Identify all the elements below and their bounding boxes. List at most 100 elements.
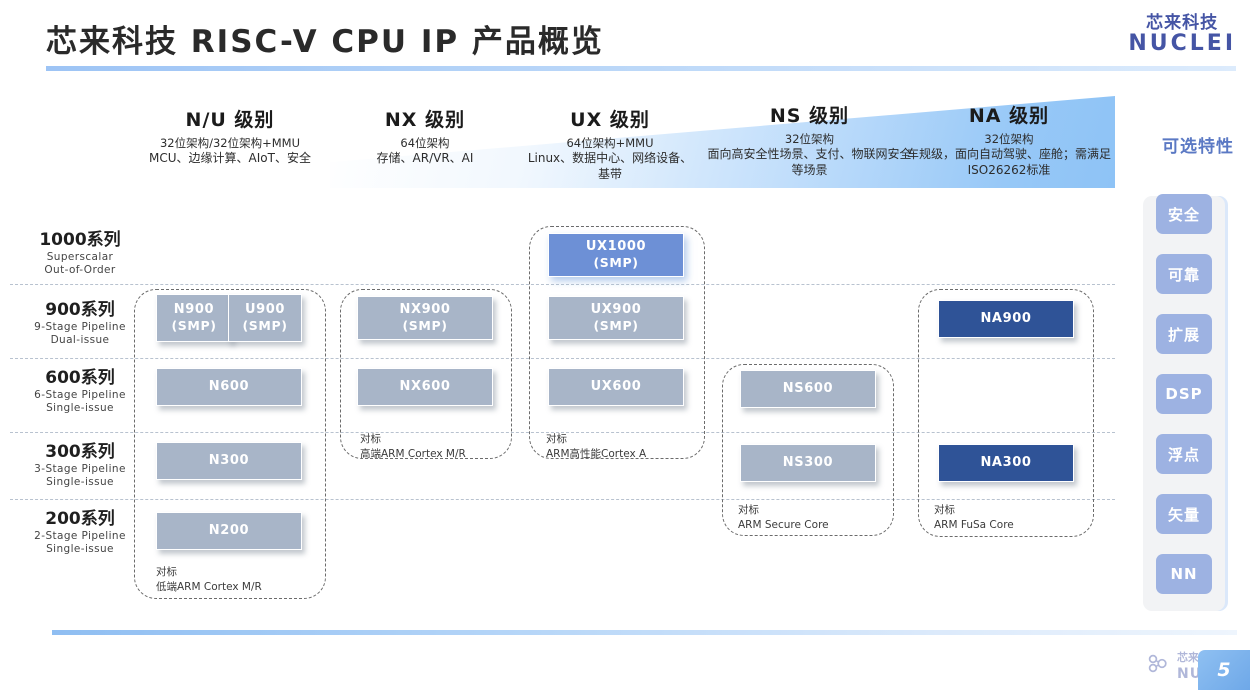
column-title: N/U 级别 xyxy=(185,109,275,131)
core-name: NX600 xyxy=(399,379,451,395)
column-arch: 32位架构 xyxy=(784,132,835,147)
optional-item-float[interactable]: 浮点 xyxy=(1156,434,1212,474)
optional-item-security[interactable]: 安全 xyxy=(1156,194,1212,234)
core-name: UX600 xyxy=(590,379,642,395)
row-sub1: Superscalar xyxy=(46,251,114,264)
core-name: NA900 xyxy=(980,311,1032,327)
benchmark-label: 对标 xyxy=(360,433,381,445)
benchmark-na: 对标 ARM FuSa Core xyxy=(934,503,1014,533)
page-title: 芯来科技 RISC-V CPU IP 产品概览 xyxy=(46,24,604,60)
optional-item-reliable[interactable]: 可靠 xyxy=(1156,254,1212,294)
row-title: 900系列 xyxy=(45,300,115,320)
core-note: (SMP) xyxy=(593,255,639,271)
column-arch: 32位架构 xyxy=(984,132,1034,147)
column-header-ns: NS 级别 32位架构 面向高安全性场景、支付、物联网安全等场景 xyxy=(702,104,917,179)
benchmark-label: 对标 xyxy=(934,504,955,516)
column-header-nu: N/U 级别 32位架构/32位架构+MMU MCU、边缘计算、AIoT、安全 xyxy=(140,108,320,167)
core-note: (SMP) xyxy=(242,318,288,334)
column-apps: Linux、数据中心、网络设备、基带 xyxy=(527,151,693,182)
row-title: 300系列 xyxy=(45,442,115,462)
brand-logo-en: NUCLEI xyxy=(1128,31,1236,57)
row-sub2: Single-issue xyxy=(46,476,114,489)
optional-item-dsp[interactable]: DSP xyxy=(1156,374,1212,414)
benchmark-target: ARM Secure Core xyxy=(738,519,829,532)
column-arch: 64位架构 xyxy=(400,136,450,151)
core-note: (SMP) xyxy=(402,318,448,334)
column-title: UX 级别 xyxy=(570,109,650,131)
optional-item-label: NN xyxy=(1170,565,1198,583)
column-apps: 存储、AR/VR、AI xyxy=(376,151,474,166)
column-header-na: NA 级别 32位架构 车规级，面向自动驾驶、座舱；需满足ISO26262标准 xyxy=(898,104,1120,179)
benchmark-label: 对标 xyxy=(546,433,567,445)
core-chip-ns300[interactable]: NS300 xyxy=(740,444,876,482)
column-title: NA 级别 xyxy=(968,105,1050,127)
row-sub2: Out-of-Order xyxy=(44,264,116,277)
row-sub2: Single-issue xyxy=(46,543,114,556)
core-chip-na300[interactable]: NA300 xyxy=(938,444,1074,482)
core-name: NS300 xyxy=(782,455,834,471)
benchmark-nx: 对标 高端ARM Cortex M/R xyxy=(360,432,466,462)
nuclei-mark-icon xyxy=(1148,653,1172,677)
core-name: U900 xyxy=(244,302,286,318)
column-arch: 64位架构+MMU xyxy=(566,136,654,151)
row-sub1: 9-Stage Pipeline xyxy=(34,321,126,334)
optional-item-label: 浮点 xyxy=(1167,445,1200,464)
column-title: NX 级别 xyxy=(384,109,466,131)
optional-item-label: DSP xyxy=(1165,385,1203,403)
core-chip-ux600[interactable]: UX600 xyxy=(548,368,684,406)
optional-item-label: 矢量 xyxy=(1167,505,1200,524)
core-name: NX900 xyxy=(399,302,451,318)
row-label-600: 600系列 6-Stage Pipeline Single-issue xyxy=(16,368,144,416)
row-sub1: 2-Stage Pipeline xyxy=(34,530,126,543)
core-name: N900 xyxy=(173,302,215,318)
row-label-900: 900系列 9-Stage Pipeline Dual-issue xyxy=(16,300,144,348)
brand-logo: 芯来科技 NUCLEI xyxy=(1128,14,1236,56)
core-name: NA300 xyxy=(980,455,1032,471)
core-chip-n600[interactable]: N600 xyxy=(156,368,302,406)
optional-item-extend[interactable]: 扩展 xyxy=(1156,314,1212,354)
brand-logo-cn: 芯来科技 xyxy=(1146,13,1219,33)
core-chip-ux900[interactable]: UX900 (SMP) xyxy=(548,296,684,340)
row-label-300: 300系列 3-Stage Pipeline Single-issue xyxy=(16,442,144,490)
benchmark-nu: 对标 低端ARM Cortex M/R xyxy=(156,565,262,595)
benchmark-target: 低端ARM Cortex M/R xyxy=(156,581,262,594)
benchmark-ux: 对标 ARM高性能Cortex A xyxy=(546,432,646,462)
core-name: N200 xyxy=(208,523,250,539)
row-title: 1000系列 xyxy=(39,230,121,250)
optional-item-label: 扩展 xyxy=(1167,325,1200,344)
column-apps: 面向高安全性场景、支付、物联网安全等场景 xyxy=(707,147,912,178)
column-apps: 车规级，面向自动驾驶、座舱；需满足ISO26262标准 xyxy=(906,147,1111,178)
core-name: NS600 xyxy=(782,381,834,397)
row-sub2: Single-issue xyxy=(46,402,114,415)
column-arch: 32位架构/32位架构+MMU xyxy=(159,136,301,151)
title-divider xyxy=(46,66,1236,71)
row-sub1: 6-Stage Pipeline xyxy=(34,389,126,402)
core-name: N300 xyxy=(208,453,250,469)
core-chip-ux1000[interactable]: UX1000 (SMP) xyxy=(548,233,684,277)
benchmark-target: 高端ARM Cortex M/R xyxy=(360,448,466,461)
column-header-nx: NX 级别 64位架构 存储、AR/VR、AI xyxy=(340,108,510,167)
core-chip-n300[interactable]: N300 xyxy=(156,442,302,480)
core-chip-n200[interactable]: N200 xyxy=(156,512,302,550)
core-chip-nx600[interactable]: NX600 xyxy=(357,368,493,406)
benchmark-label: 对标 xyxy=(156,566,177,578)
core-chip-n900[interactable]: N900 (SMP) xyxy=(156,294,232,342)
core-name: N600 xyxy=(208,379,250,395)
core-chip-nx900[interactable]: NX900 (SMP) xyxy=(357,296,493,340)
core-chip-u900[interactable]: U900 (SMP) xyxy=(228,294,302,342)
column-header-ux: UX 级别 64位架构+MMU Linux、数据中心、网络设备、基带 xyxy=(525,108,695,183)
optional-features-label: 可选特性 xyxy=(1162,137,1234,157)
core-chip-na900[interactable]: NA900 xyxy=(938,300,1074,338)
benchmark-target: ARM FuSa Core xyxy=(934,519,1014,532)
optional-item-nn[interactable]: NN xyxy=(1156,554,1212,594)
optional-item-label: 安全 xyxy=(1167,205,1200,224)
core-note: (SMP) xyxy=(593,318,639,334)
row-sub2: Dual-issue xyxy=(50,334,110,347)
row-label-200: 200系列 2-Stage Pipeline Single-issue xyxy=(16,509,144,557)
row-title: 200系列 xyxy=(45,509,115,529)
optional-item-vector[interactable]: 矢量 xyxy=(1156,494,1212,534)
row-label-1000: 1000系列 Superscalar Out-of-Order xyxy=(16,230,144,278)
footer-divider xyxy=(52,630,1237,635)
column-title: NS 级别 xyxy=(769,105,850,127)
core-chip-ns600[interactable]: NS600 xyxy=(740,370,876,408)
